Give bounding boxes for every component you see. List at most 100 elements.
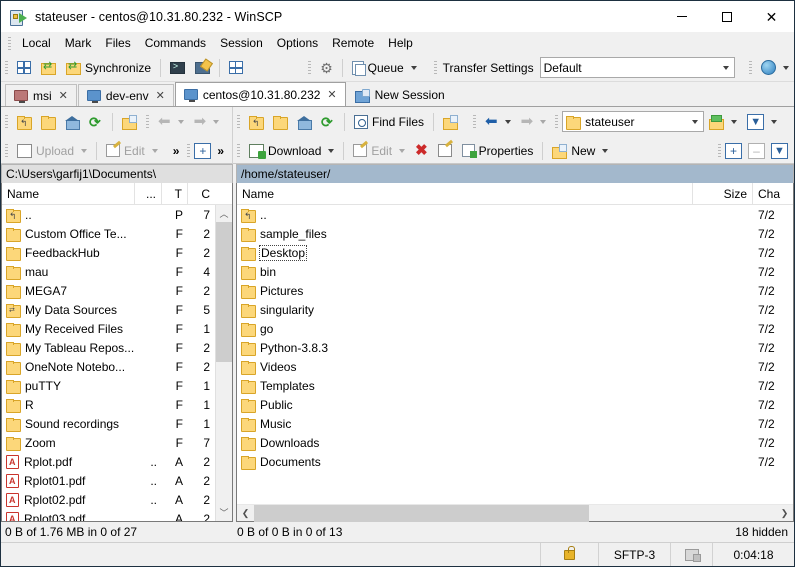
find-files-button[interactable]: Find Files bbox=[349, 110, 429, 134]
download-button[interactable]: Download bbox=[244, 139, 339, 163]
table-row[interactable]: Python-3.8.3 7/2 bbox=[237, 338, 793, 357]
remote-select-all-button[interactable]: + bbox=[725, 142, 742, 159]
split-view-button[interactable] bbox=[12, 56, 36, 80]
table-row[interactable]: Zoom F 7 bbox=[2, 433, 215, 452]
local-forward-button[interactable]: ➡ bbox=[189, 110, 225, 134]
table-row[interactable]: Sound recordings F 1 bbox=[2, 414, 215, 433]
table-row[interactable]: ↰.. 7/2 bbox=[237, 205, 793, 224]
local-scroll-track[interactable] bbox=[216, 222, 232, 504]
local-parent-dir-button[interactable]: ↰ bbox=[12, 110, 36, 134]
open-putty-button[interactable] bbox=[190, 56, 215, 80]
table-row[interactable]: Custom Office Te... F 2 bbox=[2, 224, 215, 243]
table-row[interactable]: Rplot01.pdf.. A 2 bbox=[2, 471, 215, 490]
local-root-dir-button[interactable] bbox=[36, 110, 60, 134]
menu-remote[interactable]: Remote bbox=[325, 33, 381, 53]
maximize-button[interactable] bbox=[704, 1, 749, 32]
open-directory-button[interactable] bbox=[704, 110, 742, 134]
file-name-cell[interactable]: Desktop bbox=[237, 243, 693, 262]
file-name-cell[interactable]: Rplot01.pdf bbox=[2, 471, 135, 490]
local-bookmarks-button[interactable] bbox=[117, 110, 142, 134]
remote-hscroll-right-button[interactable]: ❯ bbox=[776, 505, 793, 522]
file-name-cell[interactable]: Zoom bbox=[2, 433, 135, 452]
remote-column-name[interactable]: Name bbox=[237, 183, 693, 205]
remote-hscroll-left-button[interactable]: ❮ bbox=[237, 505, 254, 522]
table-row[interactable]: OneNote Notebo... F 2 bbox=[2, 357, 215, 376]
file-name-cell[interactable]: ↰.. bbox=[237, 205, 693, 224]
file-name-cell[interactable]: singularity bbox=[237, 300, 693, 319]
remote-home-dir-button[interactable] bbox=[292, 110, 316, 134]
tab-new-session[interactable]: New Session bbox=[347, 84, 453, 106]
remote-column-size[interactable]: Size bbox=[693, 183, 753, 205]
table-row[interactable]: Public 7/2 bbox=[237, 395, 793, 414]
table-row[interactable]: sample_files 7/2 bbox=[237, 224, 793, 243]
tab-msi[interactable]: msi ✕ bbox=[5, 84, 77, 106]
file-name-cell[interactable]: OneNote Notebo... bbox=[2, 357, 135, 376]
remote-back-button[interactable]: ⬅ bbox=[480, 110, 516, 134]
file-name-cell[interactable]: Music bbox=[237, 414, 693, 433]
remote-root-dir-button[interactable] bbox=[268, 110, 292, 134]
table-row[interactable]: puTTY F 1 bbox=[2, 376, 215, 395]
file-name-cell[interactable]: My Tableau Repos... bbox=[2, 338, 135, 357]
table-row[interactable]: Rplot03.pdf.. A 2 bbox=[2, 509, 215, 521]
local-column-ext[interactable]: ... bbox=[135, 183, 162, 205]
table-row[interactable]: go 7/2 bbox=[237, 319, 793, 338]
file-name-cell[interactable]: Downloads bbox=[237, 433, 693, 452]
filter-button[interactable]: ▼ bbox=[742, 110, 782, 134]
tab-close-icon[interactable]: ✕ bbox=[59, 89, 68, 102]
table-row[interactable]: Pictures 7/2 bbox=[237, 281, 793, 300]
menu-help[interactable]: Help bbox=[381, 33, 420, 53]
file-name-cell[interactable]: mau bbox=[2, 262, 135, 281]
table-row[interactable]: ↰.. P 7 bbox=[2, 205, 215, 224]
tab-close-icon[interactable]: ✕ bbox=[327, 88, 336, 101]
remote-path-bar[interactable]: /home/stateuser/ bbox=[236, 164, 794, 183]
table-row[interactable]: singularity 7/2 bbox=[237, 300, 793, 319]
remote-edit-button[interactable]: Edit bbox=[348, 139, 410, 163]
preferences-button[interactable]: ⚙ bbox=[315, 56, 338, 80]
properties-button[interactable]: Properties bbox=[457, 139, 539, 163]
upload-button[interactable]: Upload bbox=[12, 139, 92, 163]
table-row[interactable]: My Tableau Repos... F 2 bbox=[2, 338, 215, 357]
tab-close-icon[interactable]: ✕ bbox=[156, 89, 165, 102]
transfer-settings-preset-button[interactable] bbox=[756, 56, 794, 80]
local-refresh-button[interactable]: ⟳ bbox=[84, 110, 108, 134]
table-row[interactable]: Rplot.pdf.. A 2 bbox=[2, 452, 215, 471]
synchronize-browsing-button[interactable] bbox=[36, 56, 61, 80]
table-row[interactable]: Rplot02.pdf.. A 2 bbox=[2, 490, 215, 509]
file-name-cell[interactable]: Templates bbox=[237, 376, 693, 395]
close-button[interactable]: ✕ bbox=[749, 1, 794, 32]
file-name-cell[interactable]: MEGA7 bbox=[2, 281, 135, 300]
local-toolbar-overflow-2[interactable]: » bbox=[217, 144, 224, 158]
table-row[interactable]: FeedbackHub F 2 bbox=[2, 243, 215, 262]
table-row[interactable]: Downloads 7/2 bbox=[237, 433, 793, 452]
file-name-cell[interactable]: Pictures bbox=[237, 281, 693, 300]
minimize-button[interactable] bbox=[659, 1, 704, 32]
file-name-cell[interactable]: Public bbox=[237, 395, 693, 414]
encryption-status[interactable] bbox=[540, 543, 598, 566]
file-name-cell[interactable]: go bbox=[237, 319, 693, 338]
local-select-all-button[interactable]: + bbox=[194, 142, 212, 159]
file-name-cell[interactable]: ⇄ My Data Sources bbox=[2, 300, 135, 319]
file-name-cell[interactable]: Rplot03.pdf bbox=[2, 509, 135, 521]
menu-mark[interactable]: Mark bbox=[58, 33, 99, 53]
local-edit-button[interactable]: Edit bbox=[101, 139, 163, 163]
new-button[interactable]: New bbox=[547, 139, 613, 163]
table-row[interactable]: mau F 4 bbox=[2, 262, 215, 281]
file-name-cell[interactable]: FeedbackHub bbox=[2, 243, 135, 262]
transfer-settings-combo[interactable]: Default bbox=[539, 57, 735, 78]
local-column-name[interactable]: Name bbox=[2, 183, 135, 205]
menu-local[interactable]: Local bbox=[15, 33, 58, 53]
table-row[interactable]: Desktop 7/2 bbox=[237, 243, 793, 262]
table-row[interactable]: Music 7/2 bbox=[237, 414, 793, 433]
file-name-cell[interactable]: sample_files bbox=[237, 224, 693, 243]
remote-selection-filter-button[interactable]: ▼ bbox=[771, 142, 788, 159]
table-row[interactable]: Templates 7/2 bbox=[237, 376, 793, 395]
remote-horizontal-scrollbar[interactable]: ❮ ❯ bbox=[237, 504, 793, 522]
open-terminal-button[interactable] bbox=[165, 56, 190, 80]
menu-session[interactable]: Session bbox=[213, 33, 270, 53]
remote-refresh-button[interactable]: ⟳ bbox=[316, 110, 340, 134]
menu-options[interactable]: Options bbox=[270, 33, 325, 53]
menu-files[interactable]: Files bbox=[98, 33, 137, 53]
file-name-cell[interactable]: Python-3.8.3 bbox=[237, 338, 693, 357]
remote-forward-button[interactable]: ➡ bbox=[516, 110, 552, 134]
file-name-cell[interactable]: ↰.. bbox=[2, 205, 135, 224]
